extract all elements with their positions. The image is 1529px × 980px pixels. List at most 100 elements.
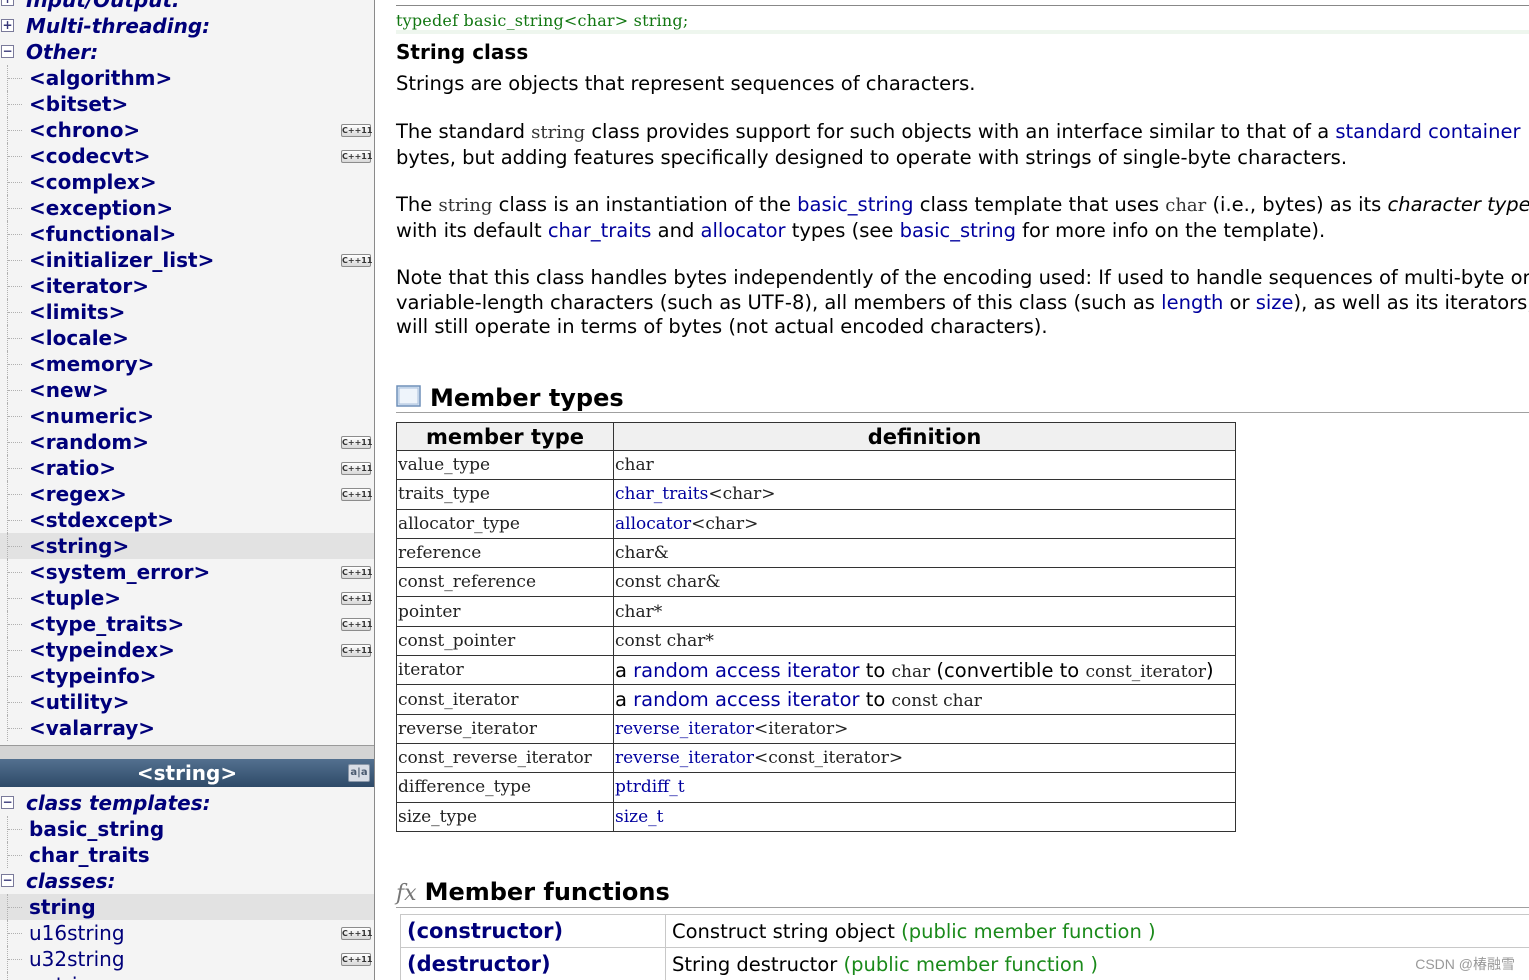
tree-item[interactable]: <stdexcept> bbox=[0, 507, 374, 533]
tree-item[interactable]: u16string C++11 bbox=[0, 920, 374, 946]
tree-item[interactable]: <limits> bbox=[0, 299, 374, 325]
function-description: String destructor (public member functio… bbox=[665, 947, 1529, 980]
tree-item[interactable]: basic_string bbox=[0, 816, 374, 842]
section-divider bbox=[396, 412, 1529, 413]
tree-item[interactable]: <type_traits> C++11 bbox=[0, 611, 374, 637]
type-definition: a random access iterator to const char bbox=[613, 684, 1236, 715]
table-row: pointer char* bbox=[396, 596, 1236, 627]
tree-item[interactable]: <functional> bbox=[0, 221, 374, 247]
header-panel-title: <string> a|a bbox=[0, 759, 374, 787]
tree-label: char_traits bbox=[29, 843, 150, 867]
tree-item[interactable]: <valarray> bbox=[0, 715, 374, 741]
member-functions-table: (constructor) Construct string object (p… bbox=[400, 914, 1529, 980]
tree-item[interactable]: <algorithm> bbox=[0, 65, 374, 91]
pane-splitter[interactable] bbox=[0, 745, 374, 760]
tree-label: u16string bbox=[29, 921, 125, 945]
tree-item[interactable]: <new> bbox=[0, 377, 374, 403]
book-icon[interactable]: a|a bbox=[348, 764, 370, 782]
type-definition: char* bbox=[613, 596, 1236, 627]
tree-item[interactable]: <system_error> C++11 bbox=[0, 559, 374, 585]
column-header: definition bbox=[613, 422, 1236, 451]
link-char-traits[interactable]: char_traits bbox=[548, 219, 652, 242]
tree-item[interactable]: string bbox=[0, 894, 374, 920]
plus-box-icon[interactable]: + bbox=[1, 19, 14, 32]
tree-item[interactable]: <memory> bbox=[0, 351, 374, 377]
link-reverse-iterator[interactable]: reverse_iterator bbox=[615, 719, 754, 739]
tree-item[interactable]: <typeinfo> bbox=[0, 663, 374, 689]
minus-box-icon[interactable]: − bbox=[1, 45, 14, 58]
tree-guide-line bbox=[8, 520, 22, 521]
tree-guide-line bbox=[8, 907, 22, 908]
tree-guide-line bbox=[8, 442, 22, 443]
tree-label: <regex> bbox=[29, 482, 127, 506]
cpp11-badge-icon: C++11 bbox=[341, 254, 373, 267]
tree-item[interactable]: <exception> bbox=[0, 195, 374, 221]
paragraph-text: bytes, but adding features specifically … bbox=[396, 145, 1348, 169]
paragraph-text: types (see bbox=[785, 218, 900, 242]
tree-label: <complex> bbox=[29, 170, 157, 194]
link-random-access-iterator[interactable]: random access iterator bbox=[633, 659, 859, 682]
tree-category[interactable]: − Other: bbox=[0, 39, 374, 65]
tree-item[interactable]: <typeindex> C++11 bbox=[0, 637, 374, 663]
code-string: string bbox=[438, 195, 493, 216]
table-row: value_type char bbox=[396, 449, 1236, 481]
main-content: typedef basic_string<char> string; Strin… bbox=[384, 0, 1529, 980]
tree-item[interactable]: <utility> bbox=[0, 689, 374, 715]
type-definition: const char& bbox=[613, 567, 1236, 598]
tree-guide-line bbox=[8, 728, 22, 729]
tree-label: <typeindex> bbox=[29, 638, 175, 662]
tree-item[interactable]: <codecvt> C++11 bbox=[0, 143, 374, 169]
code-text: <char> bbox=[691, 513, 759, 534]
typedef-declaration: typedef basic_string<char> string; bbox=[396, 11, 689, 30]
link-size-t[interactable]: size_t bbox=[615, 807, 664, 827]
tree-guide-line bbox=[8, 312, 22, 313]
tree-label: <memory> bbox=[29, 352, 155, 376]
tree-category[interactable]: − class templates: bbox=[0, 790, 374, 816]
link-basic-string[interactable]: basic_string bbox=[900, 219, 1016, 242]
tree-item[interactable]: char_traits bbox=[0, 842, 374, 868]
link-constructor[interactable]: (constructor) bbox=[407, 919, 563, 943]
tree-item[interactable]: <locale> bbox=[0, 325, 374, 351]
tree-item[interactable]: <complex> bbox=[0, 169, 374, 195]
tree-guide-line bbox=[8, 650, 22, 651]
tree-item[interactable]: <iterator> bbox=[0, 273, 374, 299]
tree-item[interactable]: <tuple> C++11 bbox=[0, 585, 374, 611]
link-basic-string[interactable]: basic_string bbox=[797, 193, 913, 216]
plus-box-icon[interactable]: + bbox=[1, 0, 14, 6]
link-allocator[interactable]: allocator bbox=[701, 219, 786, 242]
minus-box-icon[interactable]: − bbox=[1, 796, 14, 809]
tree-label: Multi-threading: bbox=[26, 14, 211, 38]
link-char-traits[interactable]: char_traits bbox=[615, 484, 708, 504]
link-destructor[interactable]: (destructor) bbox=[407, 952, 551, 976]
tree-category[interactable]: + Multi-threading: bbox=[0, 13, 374, 39]
table-row: difference_type ptrdiff_t bbox=[396, 772, 1236, 803]
function-name-cell: (destructor) bbox=[400, 947, 666, 980]
link-ptrdiff-t[interactable]: ptrdiff_t bbox=[615, 777, 685, 797]
tree-guide-line bbox=[8, 702, 22, 703]
link-random-access-iterator[interactable]: random access iterator bbox=[633, 688, 859, 711]
tree-item[interactable]: u32string C++11 bbox=[0, 946, 374, 972]
tree-item[interactable]: <numeric> bbox=[0, 403, 374, 429]
section-member-types: Member types bbox=[396, 384, 624, 414]
tree-item[interactable]: <chrono> C++11 bbox=[0, 117, 374, 143]
link-length[interactable]: length bbox=[1161, 291, 1223, 314]
tree-item[interactable]: wstring bbox=[0, 972, 374, 980]
tree-item[interactable]: <ratio> C++11 bbox=[0, 455, 374, 481]
link-reverse-iterator[interactable]: reverse_iterator bbox=[615, 748, 754, 768]
tree-label: <tuple> bbox=[29, 586, 122, 610]
tree-category[interactable]: − classes: bbox=[0, 868, 374, 894]
link-size[interactable]: size bbox=[1256, 291, 1294, 314]
tree-category[interactable]: + Input/Output: bbox=[0, 0, 374, 13]
cpp11-badge-icon: C++11 bbox=[341, 618, 373, 631]
section-divider bbox=[396, 907, 1529, 908]
tree-item[interactable]: <initializer_list> C++11 bbox=[0, 247, 374, 273]
tree-item[interactable]: <bitset> bbox=[0, 91, 374, 117]
tree-item[interactable]: <regex> C++11 bbox=[0, 481, 374, 507]
paragraph-text: or bbox=[1223, 290, 1256, 314]
tree-item[interactable]: <random> C++11 bbox=[0, 429, 374, 455]
link-allocator[interactable]: allocator bbox=[615, 514, 691, 534]
tree-item[interactable]: <string> bbox=[0, 533, 374, 559]
link-standard-container[interactable]: standard container bbox=[1335, 120, 1520, 143]
minus-box-icon[interactable]: − bbox=[1, 874, 14, 887]
cpp11-badge-icon: C++11 bbox=[341, 953, 373, 966]
